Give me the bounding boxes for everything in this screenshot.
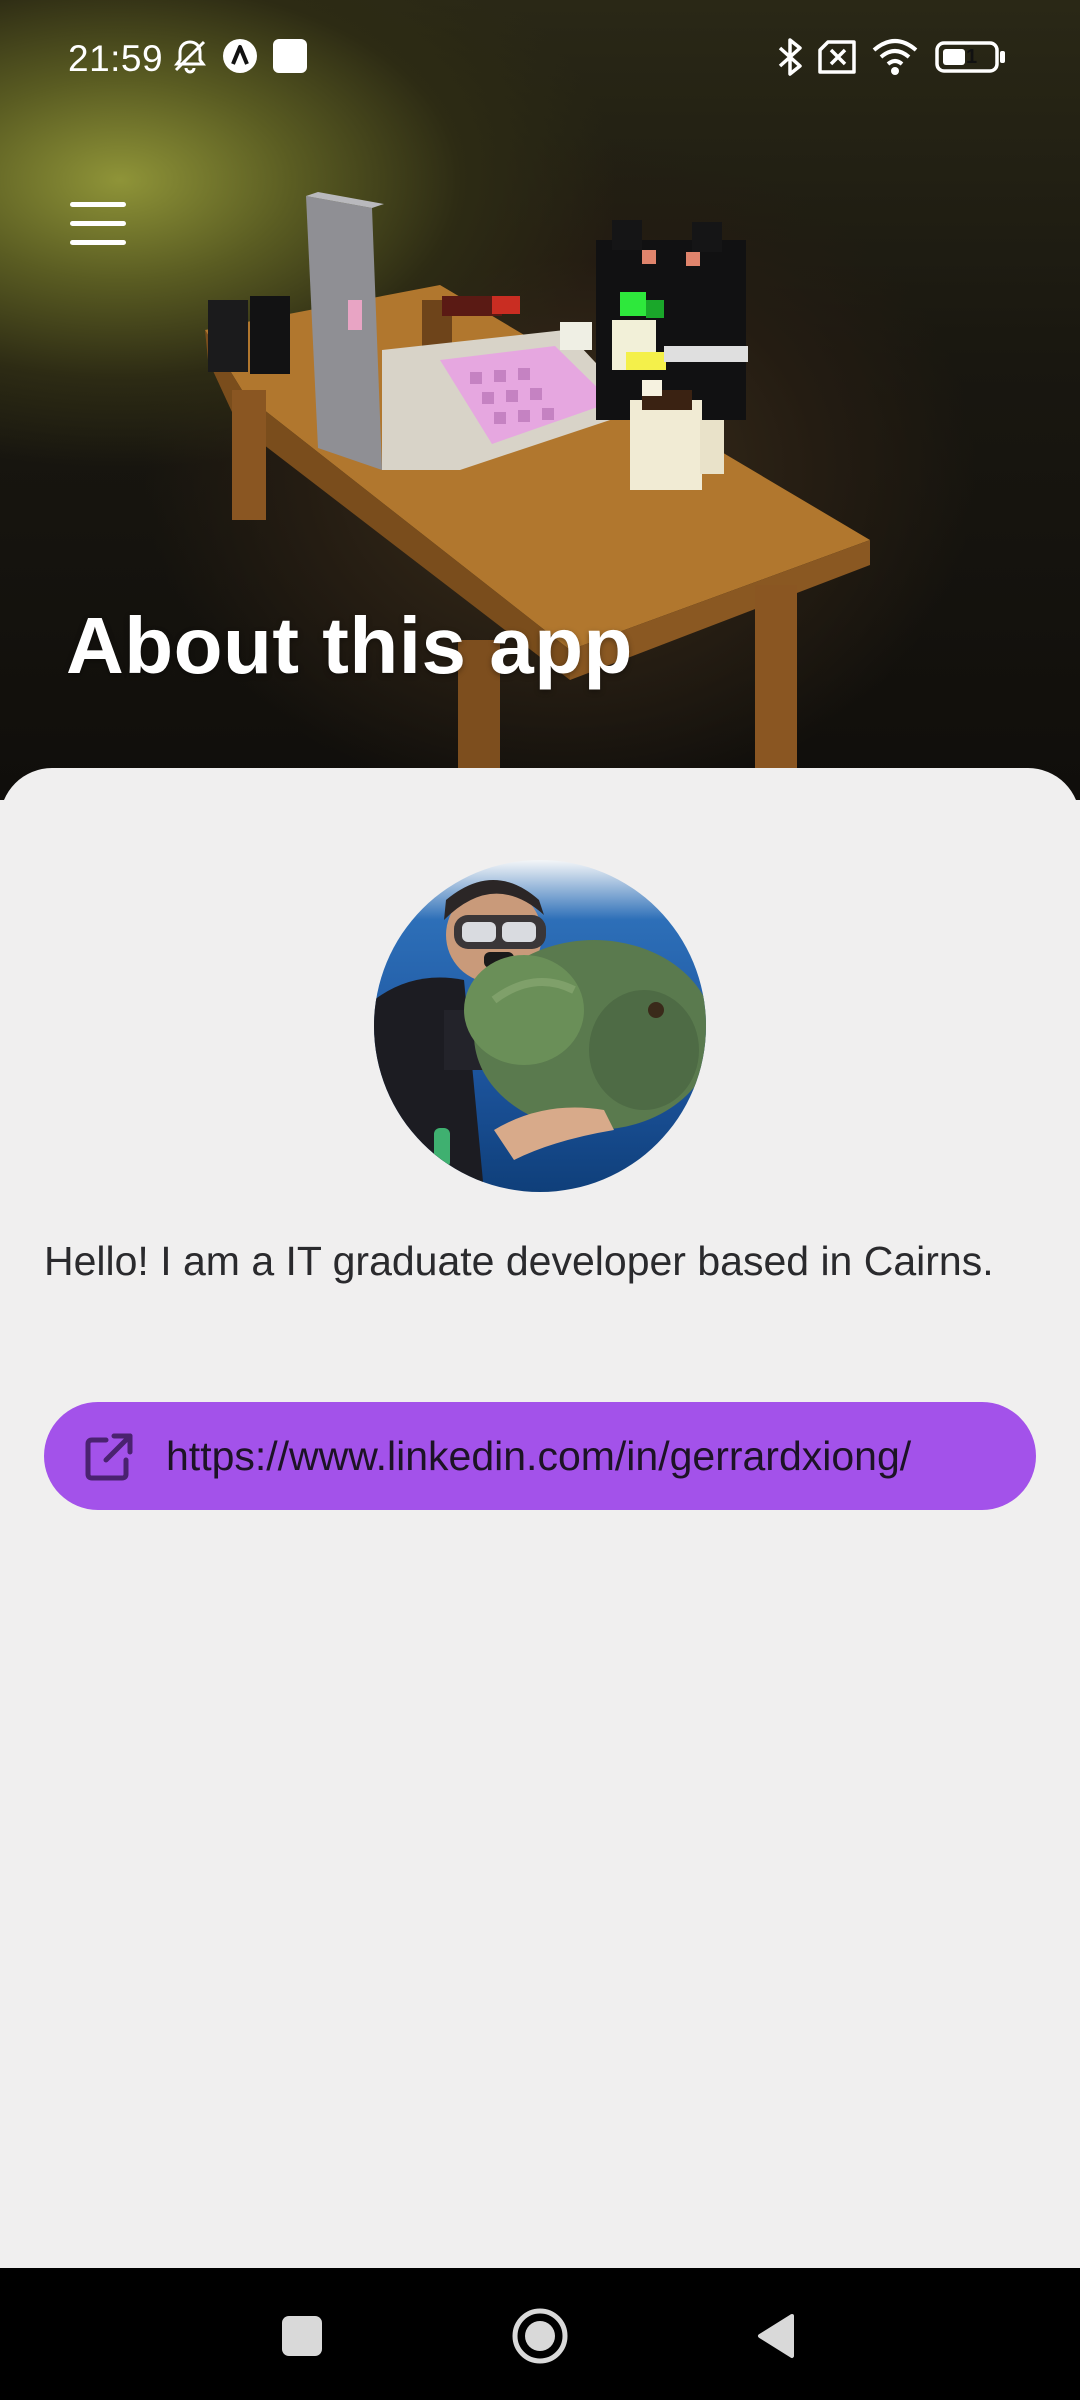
no-sim-icon (818, 40, 856, 74)
linkedin-link-button[interactable]: https://www.linkedin.com/in/gerrardxiong… (44, 1402, 1036, 1510)
hero-header: 21:59 1 About this app (0, 0, 1080, 800)
hamburger-menu-icon (70, 202, 126, 245)
content-card: Hello! I am a IT graduate developer base… (0, 768, 1080, 2268)
app-square-icon (273, 39, 307, 73)
status-bar: 21:59 1 (0, 0, 1080, 118)
bluetooth-icon (778, 38, 802, 76)
linkedin-link-text[interactable]: https://www.linkedin.com/in/gerrardxiong… (166, 1402, 911, 1510)
menu-button[interactable] (58, 184, 138, 264)
app-a-icon (223, 39, 257, 73)
about-screen: 21:59 1 About this app Hello! I am a IT … (0, 0, 1080, 2400)
bio-text: Hello! I am a IT graduate developer base… (44, 1238, 994, 1284)
back-triangle-icon[interactable] (754, 2312, 796, 2360)
home-circle-icon[interactable] (510, 2306, 570, 2366)
status-time: 21:59 (68, 38, 164, 79)
page-title: About this app (66, 601, 633, 690)
wifi-icon (872, 39, 918, 75)
system-nav-bar (0, 2268, 1080, 2400)
bell-off-icon (174, 40, 206, 74)
recents-square-icon[interactable] (282, 2316, 322, 2356)
battery-level-text: 1 (966, 46, 978, 68)
avatar (374, 860, 706, 1192)
avatar-photo (374, 860, 706, 1192)
external-link-icon (85, 1433, 133, 1481)
